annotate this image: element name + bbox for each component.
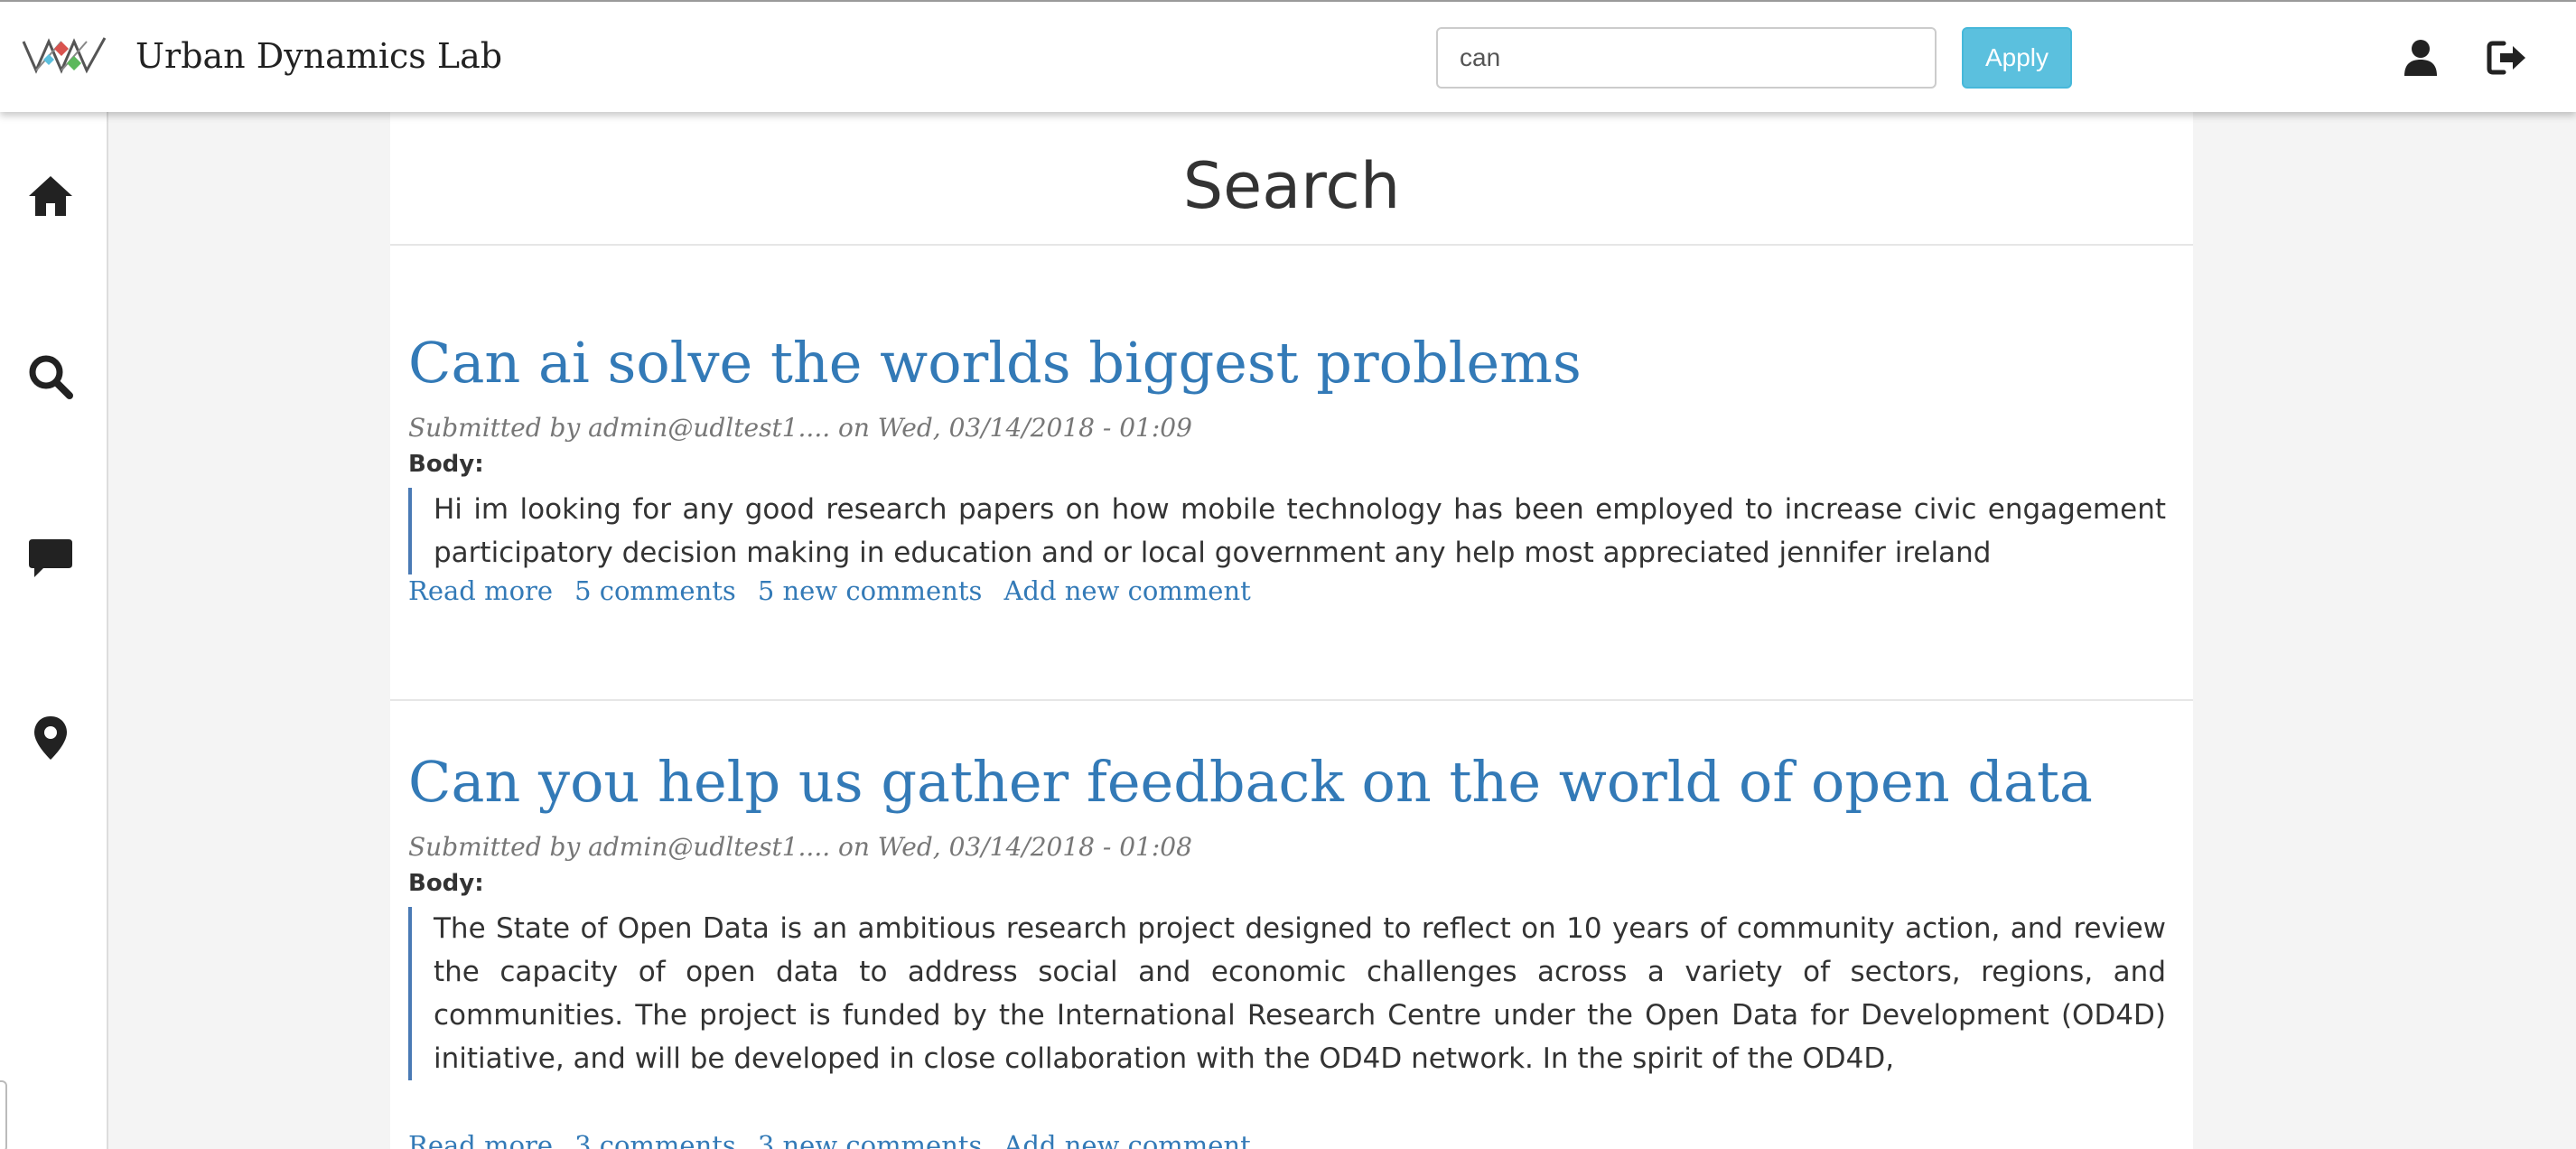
- result-links: Read more 5 comments 5 new comments Add new…: [408, 573, 1273, 609]
- comments-link[interactable]: 5 comments: [574, 575, 736, 606]
- sidebar: [0, 112, 108, 1149]
- search-input[interactable]: [1436, 27, 1937, 89]
- sidebar-item-search[interactable]: [0, 321, 107, 429]
- search-icon: [29, 355, 73, 399]
- main-area: Search Can ai solve the worlds biggest p…: [108, 112, 2576, 1149]
- user-icon[interactable]: [2399, 36, 2442, 79]
- page-title: Search: [1182, 149, 1401, 223]
- new-comments-link[interactable]: 3 new comments: [758, 1130, 983, 1149]
- site-name[interactable]: Urban Dynamics Lab: [135, 33, 502, 79]
- body-text: The State of Open Data is an ambitious r…: [408, 907, 2166, 1080]
- read-more-link[interactable]: Read more: [408, 1130, 553, 1149]
- map-marker-icon: [34, 716, 67, 760]
- top-header: Urban Dynamics Lab Apply: [0, 0, 2576, 112]
- add-comment-link[interactable]: Add new comment: [1003, 1130, 1250, 1149]
- sidebar-item-map[interactable]: [0, 682, 107, 790]
- submitted-info: Submitted by admin@udltest1.... on Wed, …: [408, 832, 1192, 862]
- submitted-info: Submitted by admin@udltest1.... on Wed, …: [408, 413, 1192, 443]
- result-links: Read more 3 comments 3 new comments Add new…: [408, 1127, 1273, 1149]
- site-logo[interactable]: [22, 34, 107, 78]
- title-divider: [390, 244, 2193, 246]
- new-comments-link[interactable]: 5 new comments: [758, 575, 983, 606]
- sidebar-collapse-tab[interactable]: [0, 1080, 7, 1149]
- read-more-link[interactable]: Read more: [408, 575, 553, 606]
- comment-icon: [29, 539, 72, 577]
- search-results-panel: Search Can ai solve the worlds biggest p…: [390, 112, 2193, 1149]
- apply-button[interactable]: Apply: [1962, 27, 2072, 89]
- add-comment-link[interactable]: Add new comment: [1003, 575, 1250, 606]
- home-icon: [29, 176, 72, 216]
- result-title-link[interactable]: Can you help us gather feedback on the w…: [408, 746, 2093, 818]
- result-divider: [390, 699, 2193, 701]
- body-label: Body:: [408, 451, 484, 478]
- result-title-link[interactable]: Can ai solve the worlds biggest problems: [408, 327, 1582, 399]
- body-text: Hi im looking for any good research pape…: [408, 488, 2166, 574]
- sign-out-icon[interactable]: [2486, 36, 2529, 79]
- comments-link[interactable]: 3 comments: [574, 1130, 736, 1149]
- body-label: Body:: [408, 870, 484, 897]
- sidebar-item-home[interactable]: [0, 140, 107, 248]
- sidebar-item-comments[interactable]: [0, 501, 107, 610]
